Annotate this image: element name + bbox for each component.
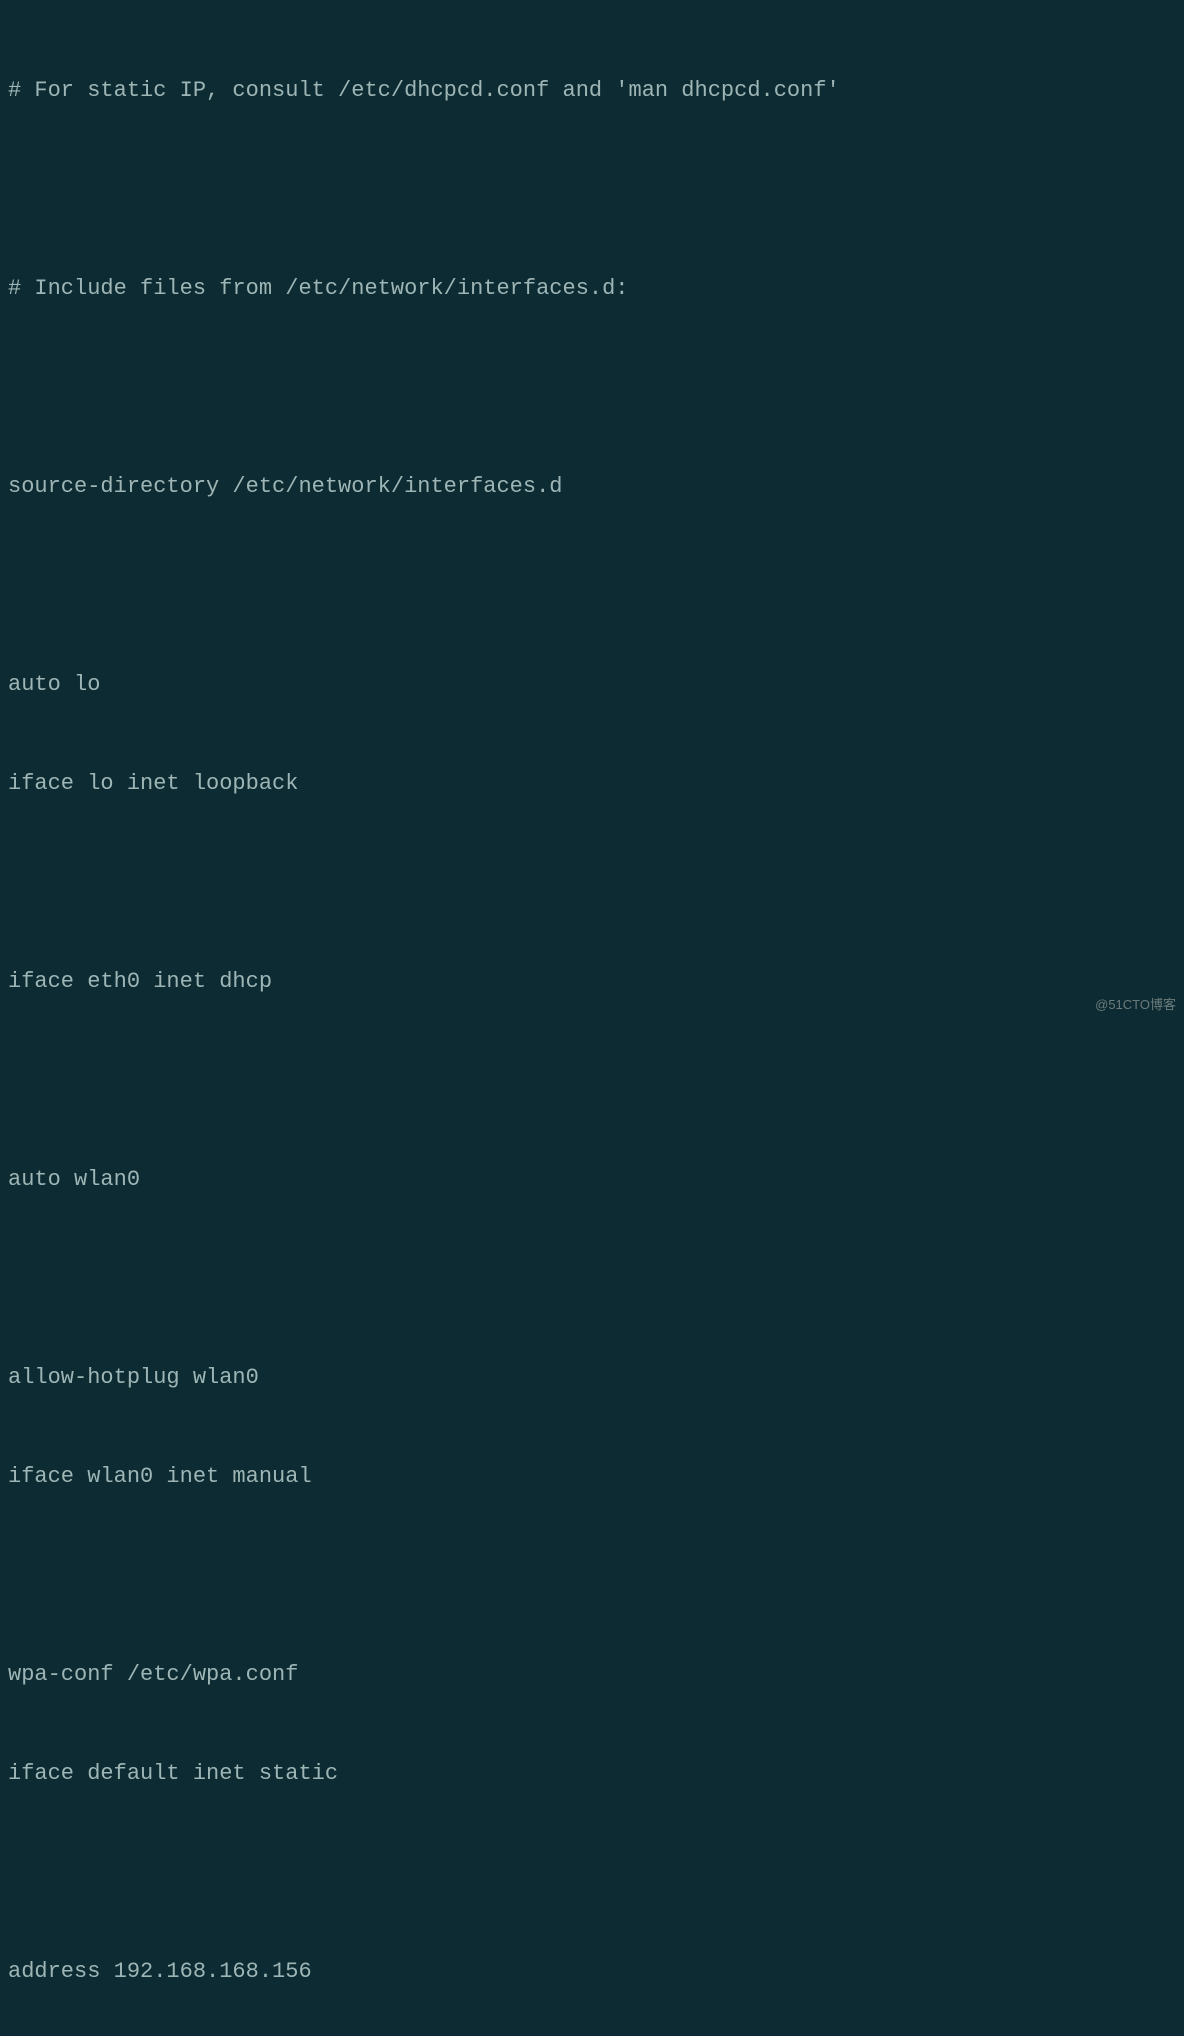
config-line (8, 1856, 1176, 1889)
config-line: source-directory /etc/network/interfaces… (8, 470, 1176, 503)
terminal-editor[interactable]: # For static IP, consult /etc/dhcpcd.con… (8, 8, 1176, 2036)
config-line: auto wlan0 (8, 1163, 1176, 1196)
config-line: iface lo inet loopback (8, 767, 1176, 800)
config-line (8, 1262, 1176, 1295)
config-line: allow-hotplug wlan0 (8, 1361, 1176, 1394)
config-line (8, 866, 1176, 899)
config-line: wpa-conf /etc/wpa.conf (8, 1658, 1176, 1691)
config-line (8, 569, 1176, 602)
config-line (8, 1064, 1176, 1097)
config-line: # Include files from /etc/network/interf… (8, 272, 1176, 305)
config-line: # For static IP, consult /etc/dhcpcd.con… (8, 74, 1176, 107)
config-line: address 192.168.168.156 (8, 1955, 1176, 1988)
watermark-text: @51CTO博客 (1095, 995, 1176, 1015)
config-line (8, 1559, 1176, 1592)
config-line (8, 371, 1176, 404)
config-line: iface eth0 inet dhcp (8, 965, 1176, 998)
config-line: iface wlan0 inet manual (8, 1460, 1176, 1493)
config-line: auto lo (8, 668, 1176, 701)
config-line: iface default inet static (8, 1757, 1176, 1790)
config-line (8, 173, 1176, 206)
